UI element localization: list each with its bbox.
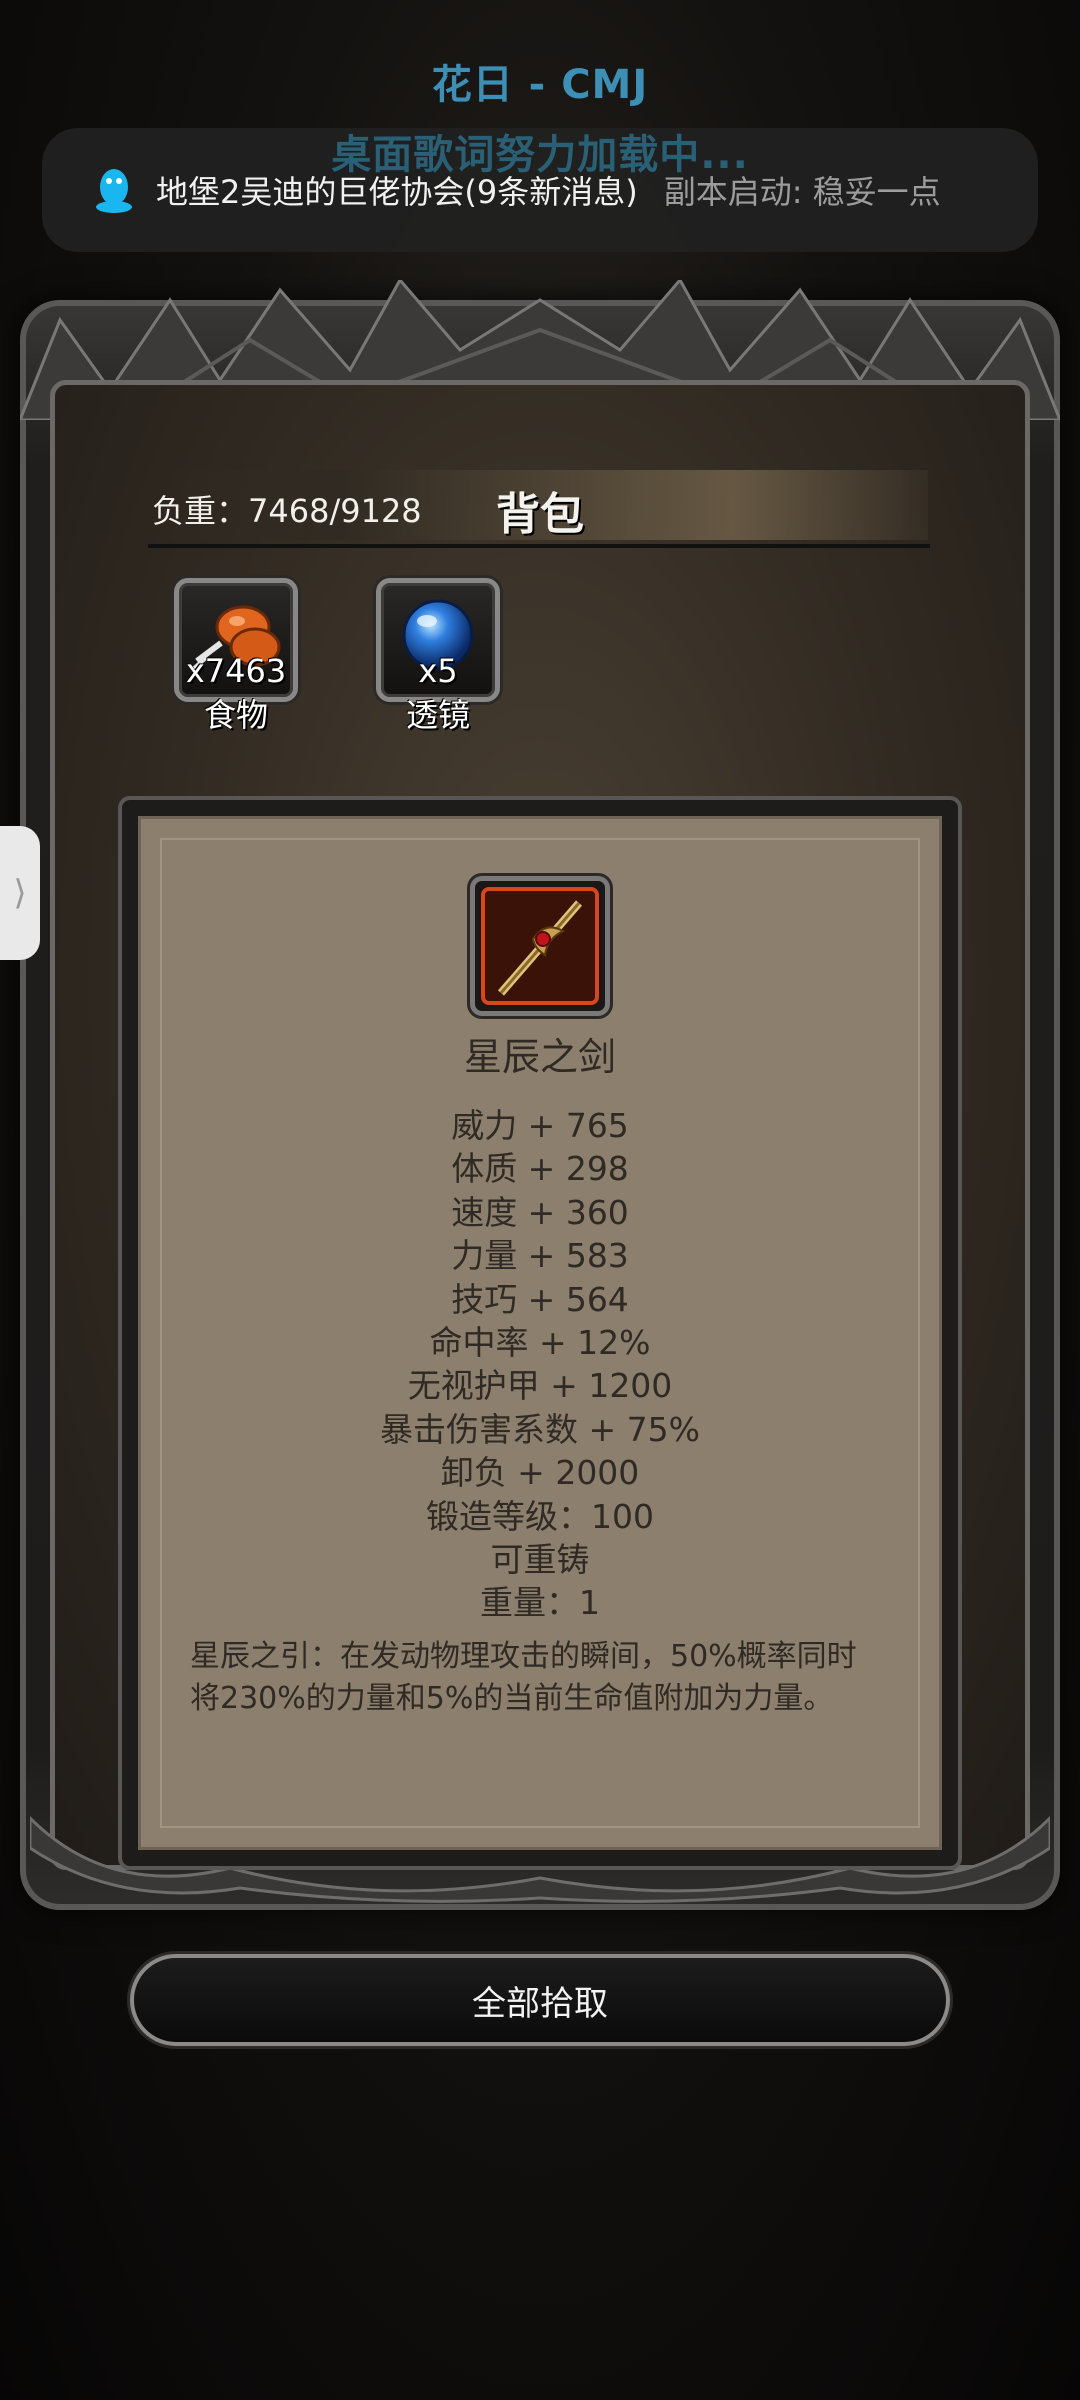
desktop-lyric-loading: 桌面歌词努力加载中... — [331, 132, 749, 178]
stat-crit-damage: 暴击伤害系数 + 75% — [380, 1409, 700, 1449]
stat-weight: 重量：1 — [480, 1583, 600, 1623]
stat-armor-ignore: 无视护甲 + 1200 — [407, 1366, 673, 1406]
item-description-line-1: 星辰之引：在发动物理攻击的瞬间，50%概率同时 — [190, 1639, 857, 1674]
pickup-all-label: 全部拾取 — [472, 1983, 608, 2024]
item-description-line-2: 将230%的力量和5%的当前生命值附加为力量。 — [190, 1681, 834, 1716]
item-stats-list: 威力 + 765 体质 + 298 速度 + 360 力量 + 583 技巧 +… — [0, 1104, 1080, 1625]
item-icon-slot — [470, 876, 610, 1016]
desktop-lyric-title: 花日 - CMJ — [431, 62, 649, 108]
side-drawer-handle[interactable]: ⟩ — [0, 826, 40, 960]
stat-power: 威力 + 765 — [451, 1106, 629, 1145]
stat-strength: 力量 + 583 — [451, 1236, 629, 1276]
carry-weight-label: 负重：7468/9128 — [152, 492, 422, 530]
bag-title: 背包 — [496, 489, 584, 540]
slot-name-food: 食物 — [203, 696, 268, 734]
game-screen: 负重：7468/9128 背包 x7463 食物 x5 透镜 星辰之剑 威力 +… — [0, 0, 1080, 2400]
slot-name-lens: 透镜 — [405, 696, 470, 734]
stat-reforgeable: 可重铸 — [490, 1540, 590, 1580]
header-divider — [148, 544, 930, 548]
stat-hit-rate: 命中率 + 12% — [429, 1323, 651, 1363]
item-description: 星辰之引：在发动物理攻击的瞬间，50%概率同时 将230%的力量和5%的当前生命… — [190, 1636, 910, 1720]
stat-unload: 卸负 + 2000 — [440, 1453, 640, 1493]
slot-count-food: x7463 — [185, 652, 287, 690]
stat-constitution: 体质 + 298 — [451, 1149, 629, 1189]
item-name: 星辰之剑 — [463, 1035, 616, 1079]
stat-forge-level: 锻造等级：100 — [426, 1496, 654, 1536]
slot-count-lens: x5 — [418, 652, 458, 690]
chevron-right-icon: ⟩ — [13, 873, 27, 913]
star-sword-icon — [481, 887, 599, 1005]
pickup-all-button[interactable]: 全部拾取 — [130, 1954, 950, 2046]
stat-skill: 技巧 + 564 — [451, 1279, 629, 1319]
stat-speed: 速度 + 360 — [451, 1192, 629, 1232]
